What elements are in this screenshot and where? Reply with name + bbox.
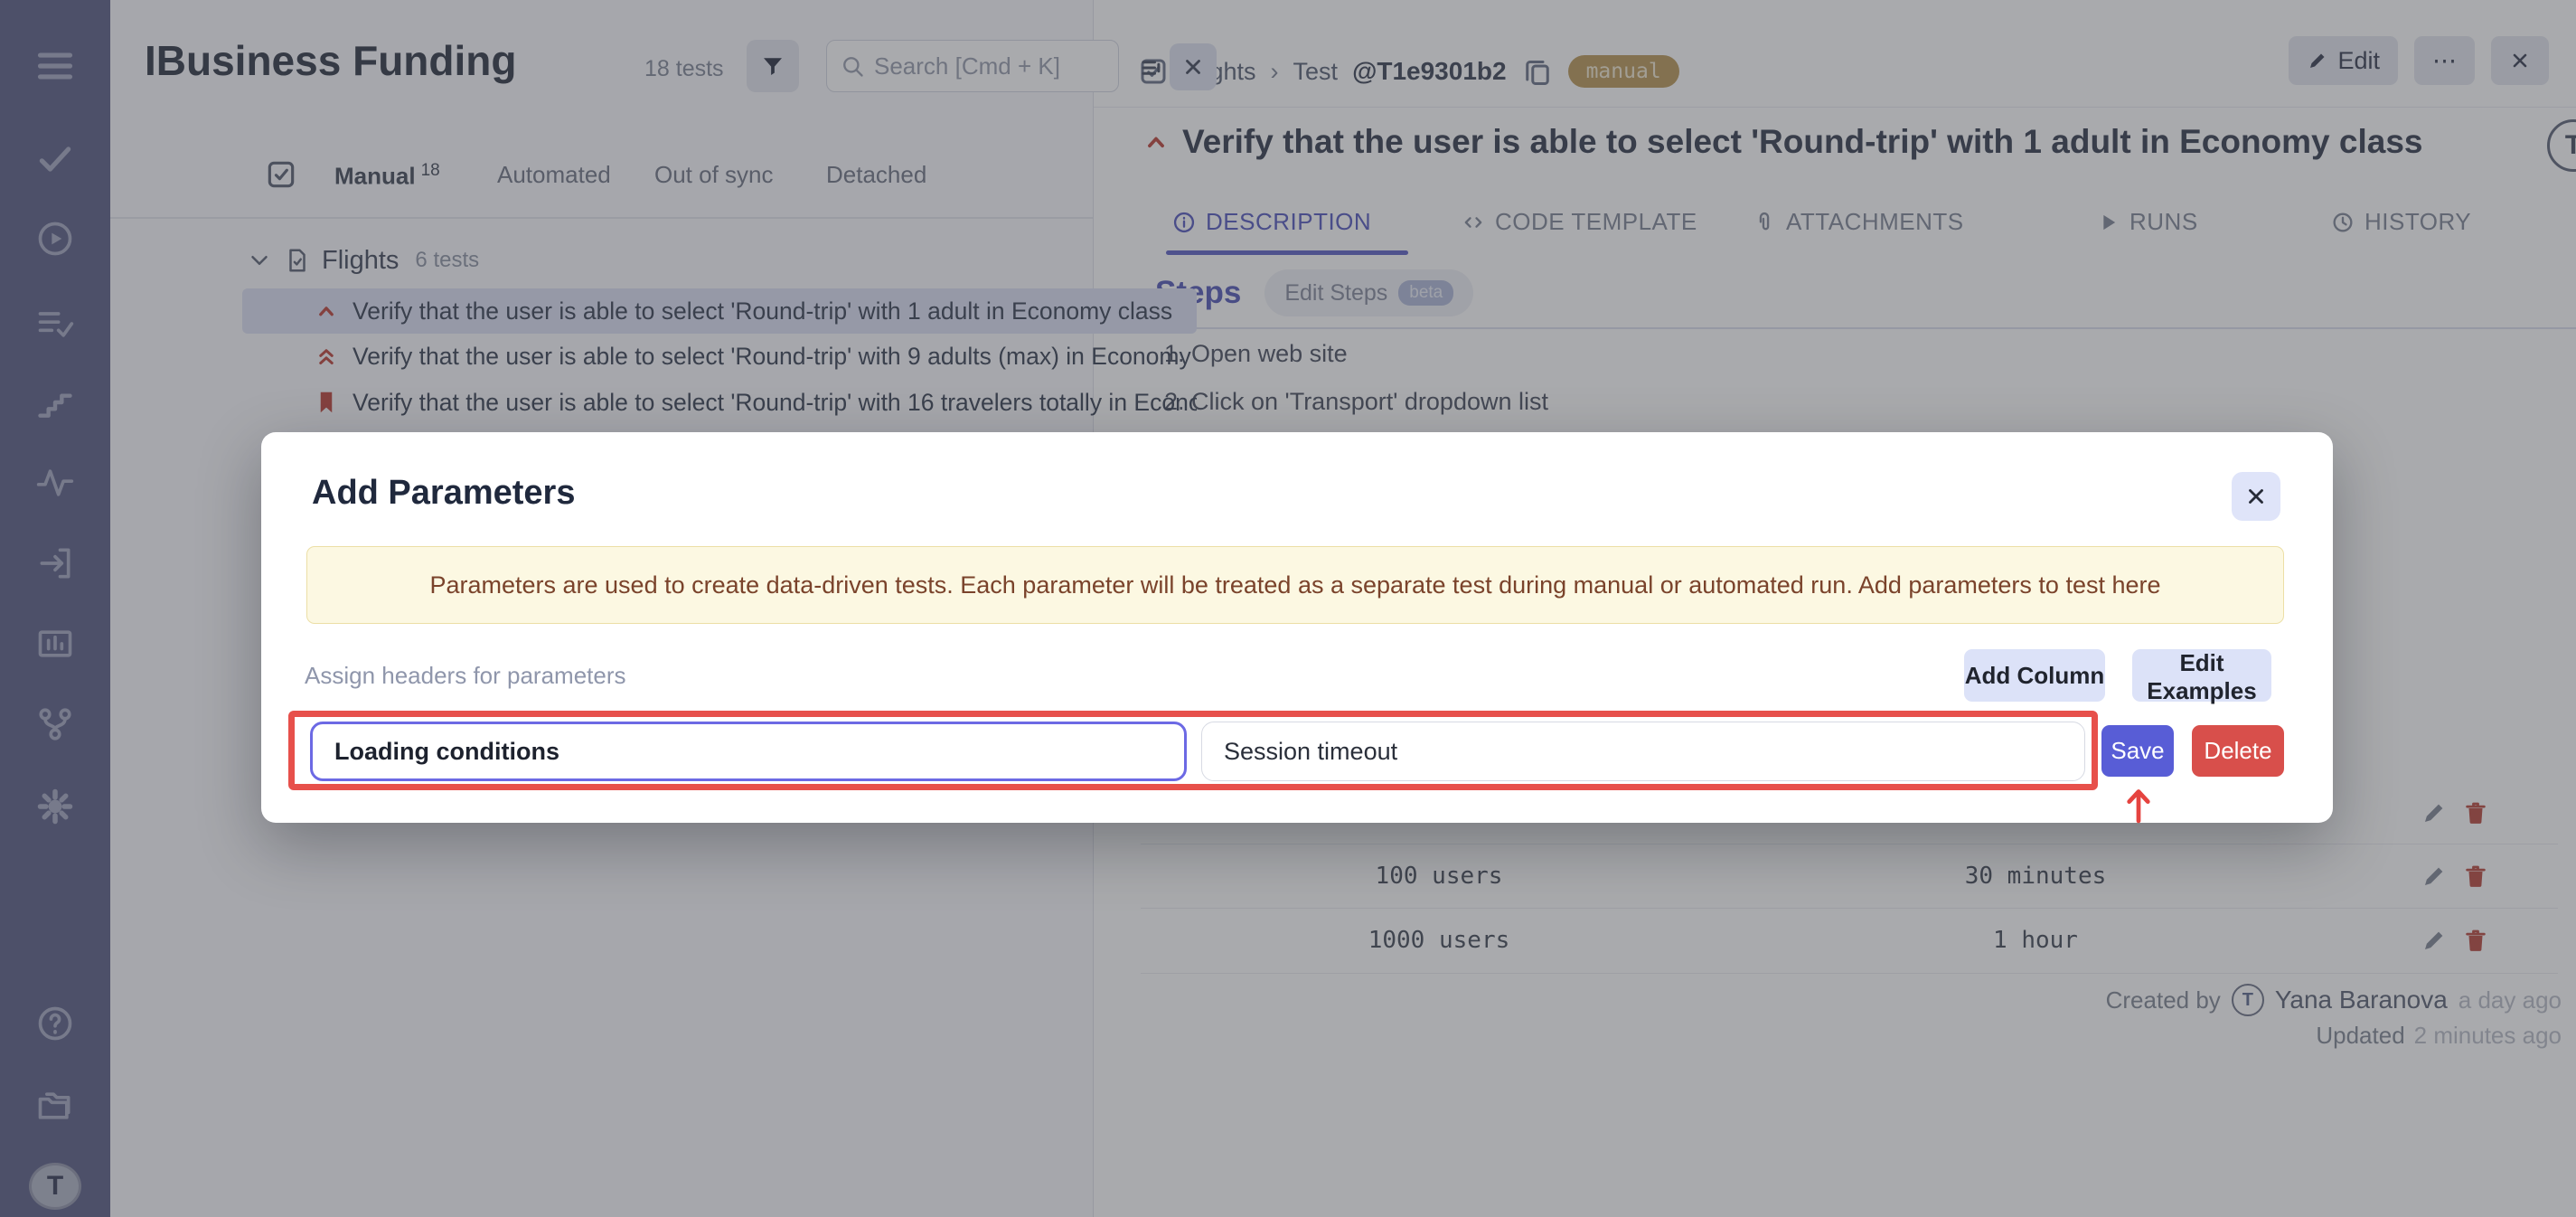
edit-examples-button[interactable]: Edit Examples xyxy=(2132,649,2271,702)
param-header-input-1[interactable] xyxy=(310,722,1187,781)
info-text: Parameters are used to create data-drive… xyxy=(429,571,2160,599)
modal-close-button[interactable] xyxy=(2232,472,2280,521)
assign-headers-label: Assign headers for parameters xyxy=(305,662,626,690)
param-header-input-2[interactable] xyxy=(1201,722,2085,781)
close-icon xyxy=(2244,485,2268,508)
delete-button[interactable]: Delete xyxy=(2192,725,2284,777)
add-column-button[interactable]: Add Column xyxy=(1964,649,2105,702)
add-parameters-modal: Add Parameters Parameters are used to cr… xyxy=(261,432,2333,823)
save-button[interactable]: Save xyxy=(2101,725,2174,777)
info-banner: Parameters are used to create data-drive… xyxy=(306,546,2284,624)
app-root: T IBusiness Funding 18 tests Manual18 Au… xyxy=(0,0,2576,1217)
modal-title: Add Parameters xyxy=(312,474,575,513)
